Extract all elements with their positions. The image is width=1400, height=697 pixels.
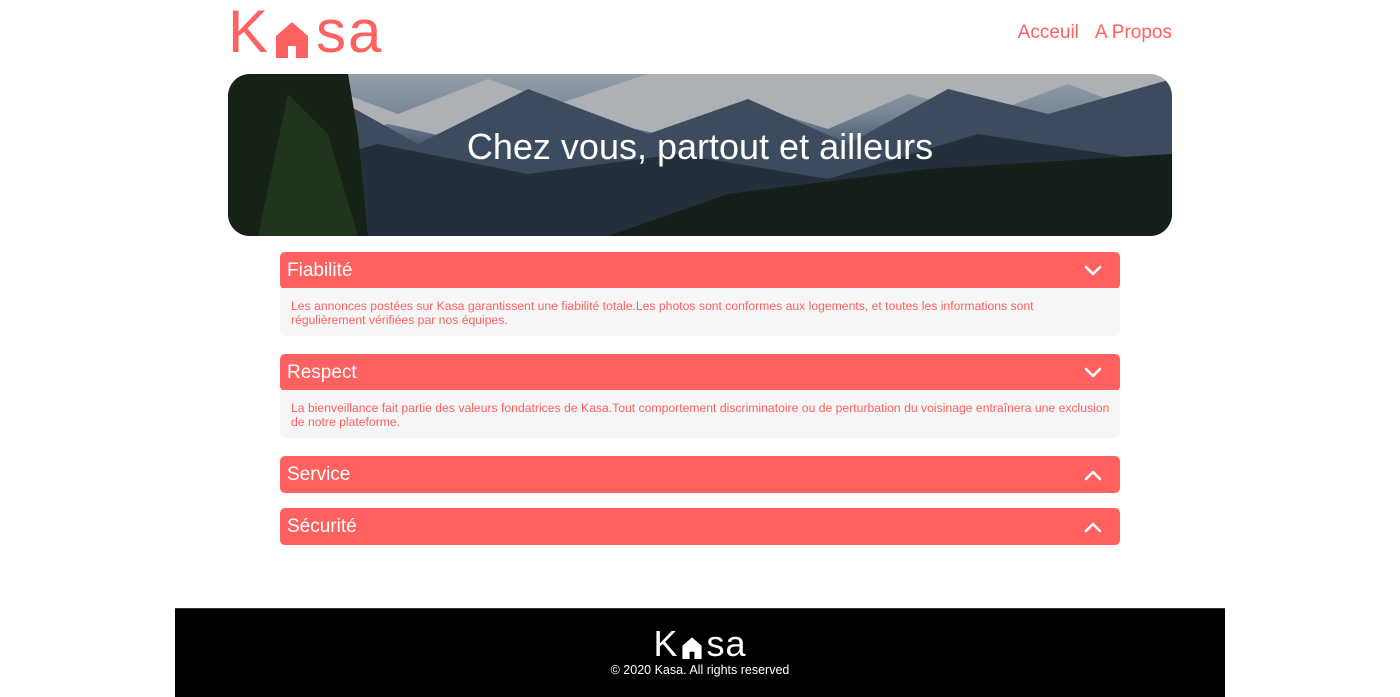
accordion-title: Service bbox=[287, 463, 351, 485]
accordion-title: Fiabilité bbox=[287, 259, 353, 281]
chevron-up-icon[interactable] bbox=[1084, 521, 1102, 533]
accordion-header-service[interactable]: Service bbox=[280, 456, 1120, 493]
site-footer: K sa © 2020 Kasa. All rights reserved bbox=[175, 608, 1225, 697]
accordion-header-fiabilite[interactable]: Fiabilité bbox=[280, 252, 1120, 289]
accordion-content-fiabilite: Les annonces postées sur Kasa garantisse… bbox=[280, 288, 1120, 336]
nav-link-a-propos[interactable]: A Propos bbox=[1095, 22, 1172, 44]
main-nav: Acceuil A Propos bbox=[1018, 22, 1172, 44]
house-icon bbox=[682, 637, 703, 659]
chevron-up-icon[interactable] bbox=[1084, 469, 1102, 481]
banner-title: Chez vous, partout et ailleurs bbox=[466, 126, 934, 167]
hero-banner: Chez vous, partout et ailleurs bbox=[228, 74, 1172, 236]
accordion-fiabilite: Fiabilité Les annonces postées sur Kasa … bbox=[280, 252, 1120, 336]
chevron-down-icon[interactable] bbox=[1084, 367, 1102, 379]
house-icon bbox=[276, 22, 309, 58]
nav-link-acceuil[interactable]: Acceuil bbox=[1018, 22, 1079, 44]
kasa-logo[interactable]: K sa bbox=[228, 0, 384, 65]
logo-letters-sa: sa bbox=[316, 0, 384, 65]
footer-copyright: © 2020 Kasa. All rights reserved bbox=[610, 663, 790, 677]
accordion-respect: Respect La bienveillance fait partie des… bbox=[280, 354, 1120, 438]
accordion-title: Sécurité bbox=[287, 515, 357, 537]
accordion-header-securite[interactable]: Sécurité bbox=[280, 508, 1120, 545]
footer-logo-letters-sa: sa bbox=[706, 623, 747, 664]
chevron-down-icon[interactable] bbox=[1084, 265, 1102, 277]
logo-letter-k: K bbox=[228, 0, 271, 65]
site-header: K sa Acceuil A Propos bbox=[228, 0, 1172, 70]
accordion-title: Respect bbox=[287, 361, 357, 383]
footer-logo-letter-k: K bbox=[653, 623, 679, 664]
accordion-content-respect: La bienveillance fait partie des valeurs… bbox=[280, 390, 1120, 438]
accordion-header-respect[interactable]: Respect bbox=[280, 354, 1120, 391]
accordion-securite: Sécurité bbox=[280, 508, 1120, 545]
footer-logo: K sa bbox=[175, 623, 1225, 664]
accordion-service: Service bbox=[280, 456, 1120, 493]
